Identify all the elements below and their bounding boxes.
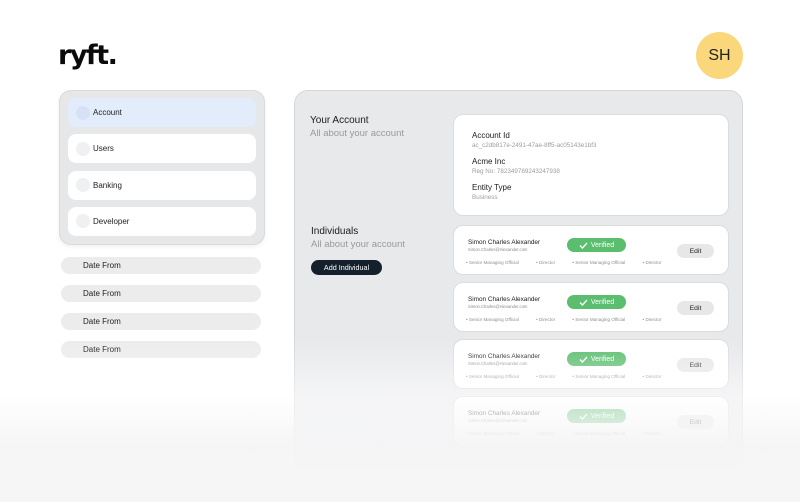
entity-type-value: Business bbox=[472, 194, 498, 201]
developer-icon bbox=[76, 214, 90, 229]
role-list: • Senior Managing Official • Director • … bbox=[466, 374, 678, 379]
individual-email: Simon.Charles@Alexander.com bbox=[468, 418, 528, 423]
individual-card: Simon Charles Alexander Simon.Charles@Al… bbox=[453, 282, 729, 332]
check-icon bbox=[579, 356, 588, 363]
role-list: • Senior Managing Official • Director • … bbox=[466, 317, 678, 322]
individual-email: Simon.Charles@Alexander.com bbox=[468, 304, 528, 309]
sidebar-item-label: Users bbox=[93, 144, 114, 154]
sidebar-item-users[interactable]: Users bbox=[68, 134, 256, 164]
role-tag: • Director bbox=[536, 374, 556, 379]
role-tag: • Senior Managing Official bbox=[466, 317, 519, 322]
date-from-filter[interactable]: Date From bbox=[61, 313, 261, 330]
sidebar-item-label: Account bbox=[93, 108, 122, 117]
add-individual-button[interactable]: Add Individual bbox=[311, 260, 382, 275]
sidebar-item-account[interactable]: Account bbox=[68, 98, 256, 127]
account-id-value: ac_c2db817e-2491-47ae-8ff5-ac05143e1bf3 bbox=[472, 142, 597, 149]
account-id-label: Account Id bbox=[472, 131, 510, 140]
role-list: • Senior Managing Official • Director • … bbox=[466, 260, 678, 265]
company-name: Acme Inc bbox=[472, 157, 506, 166]
verified-label: Verified bbox=[590, 355, 615, 363]
role-tag: • Senior Managing Official bbox=[572, 260, 626, 265]
role-tag: • Director bbox=[536, 431, 556, 436]
role-tag: • Senior Managing Official bbox=[466, 260, 519, 265]
individuals-section-title: Individuals bbox=[311, 226, 359, 237]
check-icon bbox=[579, 413, 588, 420]
account-icon bbox=[76, 105, 90, 120]
role-tag: • Director bbox=[642, 431, 662, 436]
role-tag: • Director bbox=[642, 260, 662, 265]
account-details-card: Account Id ac_c2db817e-2491-47ae-8ff5-ac… bbox=[453, 114, 729, 216]
role-tag: • Senior Managing Official bbox=[572, 374, 626, 379]
account-section-title: Your Account bbox=[310, 115, 369, 126]
user-avatar[interactable]: SH bbox=[696, 32, 743, 79]
sidebar-item-label: Developer bbox=[93, 216, 130, 226]
role-tag: • Director bbox=[642, 374, 662, 379]
verified-badge: Verified bbox=[567, 352, 626, 366]
sidebar-item-developer[interactable]: Developer bbox=[68, 206, 256, 236]
verified-label: Verified bbox=[590, 241, 615, 249]
role-tag: • Senior Managing Official bbox=[572, 431, 626, 436]
individuals-section-subtitle: All about your account bbox=[311, 239, 406, 250]
sidebar-item-banking[interactable]: Banking bbox=[68, 170, 256, 200]
individual-name: Simon Charles Alexander bbox=[468, 296, 541, 303]
role-tag: • Director bbox=[536, 260, 556, 265]
individual-card: Simon Charles Alexander Simon.Charles@Al… bbox=[453, 225, 729, 275]
brand-logo[interactable]: ryft. bbox=[58, 40, 118, 71]
individual-name: Simon Charles Alexander bbox=[468, 239, 541, 246]
verified-badge: Verified bbox=[567, 409, 626, 423]
entity-type-label: Entity Type bbox=[472, 183, 512, 192]
users-icon bbox=[76, 141, 90, 156]
date-from-filter[interactable]: Date From bbox=[61, 285, 261, 302]
reg-number: Reg No: 782349789243247938 bbox=[472, 168, 560, 175]
check-icon bbox=[579, 242, 588, 249]
edit-button[interactable]: Edit bbox=[677, 358, 714, 372]
check-icon bbox=[579, 299, 588, 306]
sidebar-item-label: Banking bbox=[93, 180, 122, 190]
role-list: • Senior Managing Official • Director • … bbox=[466, 431, 678, 436]
individual-card: Simon Charles Alexander Simon.Charles@Al… bbox=[453, 339, 729, 389]
edit-button[interactable]: Edit bbox=[677, 301, 714, 315]
role-tag: • Director bbox=[642, 317, 662, 322]
individual-name: Simon Charles Alexander bbox=[468, 410, 541, 417]
date-from-filter[interactable]: Date From bbox=[61, 341, 261, 358]
role-tag: • Senior Managing Official bbox=[466, 374, 519, 379]
verified-label: Verified bbox=[590, 298, 615, 306]
main-panel: Your Account All about your account Acco… bbox=[294, 90, 743, 470]
edit-button[interactable]: Edit bbox=[677, 415, 714, 429]
banking-icon bbox=[76, 178, 90, 193]
account-section-subtitle: All about your account bbox=[310, 128, 405, 139]
individual-email: Simon.Charles@Alexander.com bbox=[468, 361, 528, 366]
verified-badge: Verified bbox=[567, 238, 626, 252]
role-tag: • Senior Managing Official bbox=[572, 317, 626, 322]
individual-name: Simon Charles Alexander bbox=[468, 353, 541, 360]
sidebar-nav: Account Users Banking Developer bbox=[59, 90, 265, 245]
role-tag: • Senior Managing Official bbox=[466, 431, 519, 436]
individual-card: Simon Charles Alexander Simon.Charles@Al… bbox=[453, 396, 729, 446]
individual-email: Simon.Charles@Alexander.com bbox=[468, 247, 528, 252]
verified-badge: Verified bbox=[567, 295, 626, 309]
role-tag: • Director bbox=[536, 317, 556, 322]
date-from-filter[interactable]: Date From bbox=[61, 257, 261, 274]
verified-label: Verified bbox=[590, 412, 615, 420]
edit-button[interactable]: Edit bbox=[677, 244, 714, 258]
